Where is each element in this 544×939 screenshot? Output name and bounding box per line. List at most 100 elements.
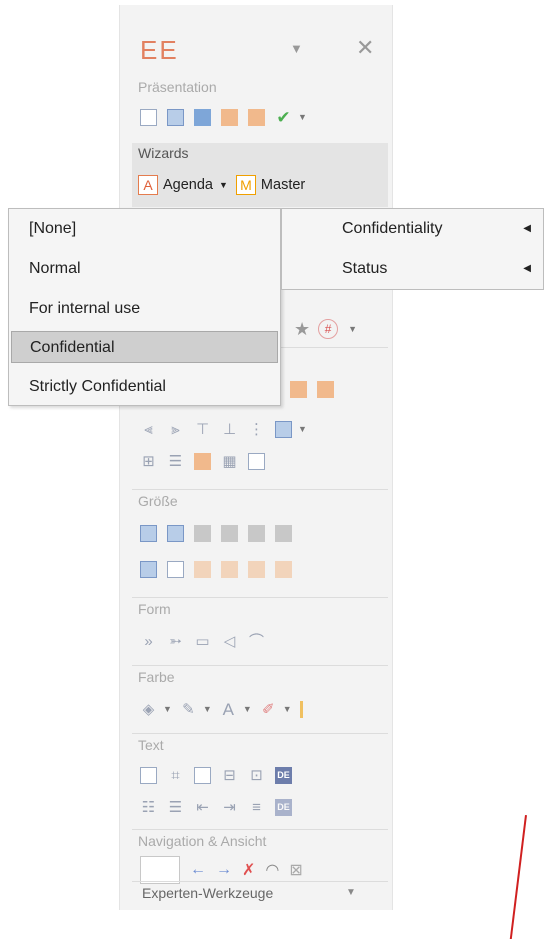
parent-menu: Confidentiality ◀ Status ◀: [281, 208, 544, 290]
fit-height-icon[interactable]: [248, 524, 265, 542]
group-color: Farbe ◈ ▼ ✎ ▼ A ▼ ✐ ▼: [132, 667, 388, 727]
annotation-line: [509, 815, 527, 939]
hidden-row-tools: ★ # ▼: [294, 317, 365, 341]
table-icon[interactable]: [248, 452, 265, 470]
dropdown-caret-icon[interactable]: ▼: [298, 112, 307, 122]
group-navigation: Navigation & Ansicht ← → ✗ ◠ ⊠: [132, 831, 388, 884]
arrow-right-icon[interactable]: →: [216, 861, 232, 879]
expert-tools-label[interactable]: Experten-Werkzeuge: [142, 885, 273, 901]
eyedropper-icon[interactable]: ✐: [260, 701, 277, 718]
expand-left-icon[interactable]: [194, 560, 211, 578]
grid-icon[interactable]: ▦: [221, 453, 238, 470]
task-pane: EE ▼ ✕ Präsentation ✔ ▼ Wizards A Agenda…: [119, 5, 393, 910]
indent-decrease-icon[interactable]: ⇤: [194, 799, 211, 816]
close-icon[interactable]: ✕: [356, 35, 374, 61]
expand-top-icon[interactable]: [248, 560, 265, 578]
view-icon[interactable]: ◠: [265, 860, 279, 880]
edit-document-icon[interactable]: [167, 108, 184, 126]
expand-right-icon[interactable]: [221, 560, 238, 578]
language-de-secondary-icon[interactable]: DE: [275, 798, 292, 816]
text-fit-icon[interactable]: [167, 560, 184, 578]
distribute-horizontal-icon[interactable]: [290, 380, 307, 398]
line-color-dropdown-icon[interactable]: ▼: [203, 704, 212, 714]
arrow-shape-icon[interactable]: ➳: [167, 633, 184, 650]
menu-item-status-label: Status: [342, 260, 388, 277]
text-split-icon[interactable]: ⊟: [221, 767, 238, 784]
eyedropper-dropdown-icon[interactable]: ▼: [283, 704, 292, 714]
list-format-icon[interactable]: ≡: [248, 799, 265, 816]
language-de-icon[interactable]: DE: [275, 766, 292, 784]
group-label-presentation: Präsentation: [138, 79, 217, 95]
mail-list-icon[interactable]: [248, 108, 265, 126]
swap-icon[interactable]: [194, 452, 211, 470]
fill-color-dropdown-icon[interactable]: ▼: [163, 704, 172, 714]
numbering-list-icon[interactable]: ☰: [167, 799, 184, 816]
align-left-icon[interactable]: ⫷: [140, 421, 157, 438]
line-color-icon[interactable]: ✎: [180, 701, 197, 718]
text-frame-icon[interactable]: [140, 766, 157, 784]
menu-item-status[interactable]: Status ◀: [282, 253, 544, 285]
menu-item-confidentiality[interactable]: Confidentiality ◀: [282, 213, 544, 245]
arrange-row-3: ⊞ ☰ ▦: [140, 449, 275, 473]
font-color-icon[interactable]: A: [220, 701, 237, 718]
align-grid-icon[interactable]: ⋮: [248, 421, 265, 438]
new-document-icon[interactable]: [140, 108, 157, 126]
toggle-view-icon[interactable]: ⊠: [289, 860, 302, 880]
agenda-dropdown-icon[interactable]: ▼: [219, 180, 228, 190]
separator: [132, 829, 388, 830]
align-top-icon[interactable]: ⊤: [194, 421, 211, 438]
chevron-shape-icon[interactable]: »: [140, 633, 157, 650]
text-box-icon[interactable]: [194, 766, 211, 784]
shape-edit-icon[interactable]: ◁: [221, 633, 238, 650]
save-icon[interactable]: [194, 108, 211, 126]
group-label-text: Text: [138, 737, 164, 753]
arrange-row-1: [290, 377, 344, 401]
group-label-color: Farbe: [138, 669, 175, 685]
fit-width-right-icon[interactable]: [221, 524, 238, 542]
numbering-icon[interactable]: #: [318, 319, 339, 339]
check-icon[interactable]: ✔: [275, 109, 292, 126]
bullets-icon[interactable]: ☷: [140, 799, 157, 816]
numbering-dropdown-icon[interactable]: ▼: [348, 324, 357, 334]
align-bottom-icon[interactable]: ⊥: [221, 421, 238, 438]
mail-icon[interactable]: [221, 108, 238, 126]
matrix-icon[interactable]: [275, 420, 292, 438]
pane-menu-chevron-icon[interactable]: ▼: [290, 41, 303, 56]
align-right-icon[interactable]: ⫸: [167, 421, 184, 438]
fill-color-icon[interactable]: ◈: [140, 701, 157, 718]
menu-item-normal[interactable]: Normal: [11, 253, 278, 285]
agenda-button[interactable]: A Agenda ▼: [138, 175, 228, 195]
fit-width-icon[interactable]: [194, 524, 211, 542]
arrow-left-icon[interactable]: ←: [190, 861, 206, 879]
expert-tools-chevron-icon[interactable]: ▼: [346, 887, 356, 898]
menu-item-strictly-confidential[interactable]: Strictly Confidential: [11, 371, 278, 403]
group-label-form: Form: [138, 601, 171, 617]
same-height-icon[interactable]: [167, 524, 184, 542]
star-icon[interactable]: ★: [294, 319, 310, 340]
curve-icon[interactable]: ⌒: [248, 633, 265, 650]
master-button[interactable]: M Master: [235, 175, 306, 195]
fit-height-bottom-icon[interactable]: [275, 524, 292, 542]
agenda-label: Agenda: [163, 177, 213, 193]
menu-item-none[interactable]: [None]: [11, 213, 278, 245]
navigation-input[interactable]: [140, 856, 180, 884]
text-margin-icon[interactable]: ⌗: [167, 767, 184, 784]
distribute-icon[interactable]: ⊞: [140, 453, 157, 470]
master-label: Master: [260, 177, 306, 193]
menu-item-confidentiality-label: Confidentiality: [342, 220, 443, 237]
arrange-row-2: ⫷ ⫸ ⊤ ⊥ ⋮ ▼: [140, 417, 315, 441]
expand-bottom-icon[interactable]: [275, 560, 292, 578]
menu-item-internal[interactable]: For internal use: [11, 293, 278, 325]
same-width-icon[interactable]: [140, 524, 157, 542]
separator: [132, 597, 388, 598]
text-merge-icon[interactable]: ⊡: [248, 767, 265, 784]
hide-icon[interactable]: ✗: [242, 860, 255, 880]
align-dropdown-icon[interactable]: ▼: [298, 424, 307, 434]
distribute-vertical-icon[interactable]: [317, 380, 334, 398]
menu-item-confidential[interactable]: Confidential: [11, 331, 278, 363]
resize-icon[interactable]: [140, 560, 157, 578]
font-color-dropdown-icon[interactable]: ▼: [243, 704, 252, 714]
rectangle-shape-icon[interactable]: ▭: [194, 633, 211, 650]
indent-increase-icon[interactable]: ⇥: [221, 799, 238, 816]
stack-icon[interactable]: ☰: [167, 453, 184, 470]
